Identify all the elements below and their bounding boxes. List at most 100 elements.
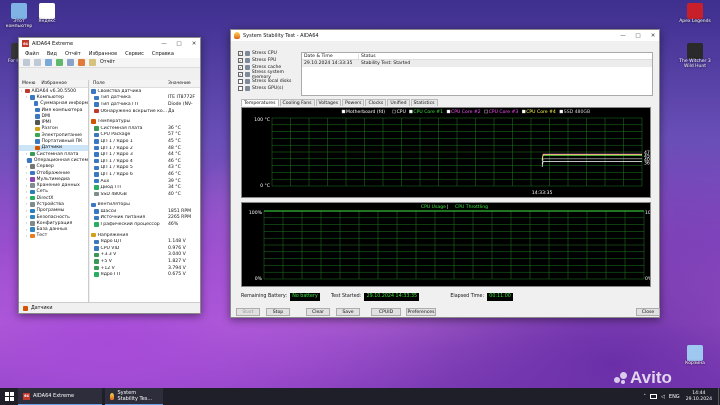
- desktop-icon-right-2[interactable]: Корзина: [676, 345, 714, 367]
- list-section[interactable]: Вентиляторы: [90, 202, 200, 209]
- list-row[interactable]: Тип датчика ГП Diode (NV-: [90, 101, 200, 108]
- tree-item[interactable]: › Тест: [19, 233, 88, 239]
- menu-item-2[interactable]: Отчёт: [65, 51, 81, 57]
- maximize-button[interactable]: □: [173, 41, 185, 47]
- list-row[interactable]: ЦП 1 / Ядро 1 45 °C: [90, 138, 200, 145]
- column-field[interactable]: Поле: [90, 81, 168, 86]
- user-icon[interactable]: [67, 59, 74, 66]
- list-row[interactable]: Диод ГП 34 °C: [90, 184, 200, 191]
- list-row[interactable]: Тип датчика ITE IT8772F: [90, 95, 200, 102]
- list-row[interactable]: CPU VID 0.976 V: [90, 245, 200, 252]
- stress-checkbox[interactable]: ✓: [238, 65, 243, 70]
- desktop-icon-right-1[interactable]: The Witcher 3 Wild Hunt: [676, 43, 714, 70]
- stress-option[interactable]: Stress GPU(s): [238, 85, 302, 92]
- tab-powers[interactable]: Powers: [342, 99, 365, 106]
- sst-minimize-button[interactable]: —: [617, 33, 629, 39]
- list-row[interactable]: Источник питания 2265 RPM: [90, 215, 200, 222]
- list-row[interactable]: CPU Package 57 °C: [90, 132, 200, 139]
- legend-checkbox[interactable]: [409, 109, 413, 114]
- legend-checkbox[interactable]: [559, 109, 563, 114]
- stress-option[interactable]: ✓ Stress FPU: [238, 57, 302, 64]
- report-button[interactable]: Отчёт: [100, 60, 115, 65]
- stop-button[interactable]: Stop: [266, 308, 290, 316]
- taskbar-item-aida64[interactable]: 64 AIDA64 Extreme: [18, 388, 102, 405]
- network-icon[interactable]: [650, 394, 658, 399]
- menu-item-3[interactable]: Избранное: [89, 51, 117, 57]
- list-row[interactable]: ЦП 1 / Ядро 2 48 °C: [90, 145, 200, 152]
- clock[interactable]: 14:44 29.10.2024: [686, 391, 712, 402]
- list-row[interactable]: +3.3 V 3.040 V: [90, 252, 200, 259]
- tree-item[interactable]: ›Операционная система: [19, 157, 88, 163]
- forward-icon[interactable]: [34, 59, 41, 66]
- minimize-button[interactable]: —: [158, 41, 170, 47]
- chart-icon[interactable]: [78, 59, 85, 66]
- menu-item-0[interactable]: Файл: [25, 51, 39, 57]
- save-button[interactable]: Save: [336, 308, 360, 316]
- report-icon[interactable]: [89, 59, 96, 66]
- clear-button[interactable]: Clear: [306, 308, 330, 316]
- language-indicator[interactable]: ENG: [669, 394, 680, 400]
- cpuid-button[interactable]: CPUID: [371, 308, 401, 316]
- menu-item-5[interactable]: Справка: [152, 51, 174, 57]
- sst-close-button[interactable]: ✕: [647, 33, 659, 39]
- log-col-status[interactable]: Status: [359, 54, 376, 59]
- start-button[interactable]: [0, 388, 18, 405]
- up-icon[interactable]: [45, 59, 52, 66]
- tray-chevron-icon[interactable]: ˄: [644, 394, 647, 400]
- tab-statistics[interactable]: Statistics: [410, 99, 438, 106]
- desktop-icon-right-0[interactable]: Apex Legends: [676, 3, 714, 25]
- desktop-icon-1[interactable]: Яндекс: [28, 3, 66, 25]
- start-button[interactable]: Start: [236, 308, 260, 316]
- list-row[interactable]: ЦП 1 / Ядро 3 44 °C: [90, 151, 200, 158]
- tab-cooling-fans[interactable]: Cooling Fans: [279, 99, 315, 106]
- preferences-button[interactable]: Preferences: [406, 308, 436, 316]
- menu-item-4[interactable]: Сервис: [125, 51, 144, 57]
- list-section[interactable]: Напряжения: [90, 232, 200, 239]
- list-row[interactable]: Aux 39 °C: [90, 178, 200, 185]
- close-button[interactable]: Close: [636, 308, 660, 316]
- legend-checkbox[interactable]: [522, 109, 526, 114]
- taskbar-item-stability-test[interactable]: System Stability Tes...: [105, 388, 163, 405]
- list-row[interactable]: SSD 480GB 40 °C: [90, 191, 200, 198]
- sst-titlebar[interactable]: System Stability Test - AIDA64 — □ ✕: [231, 30, 659, 41]
- legend-checkbox[interactable]: [341, 109, 346, 114]
- list-row[interactable]: Графический процессор 46%: [90, 221, 200, 228]
- stress-checkbox[interactable]: [238, 86, 243, 91]
- stress-option[interactable]: ✓ Stress system memory: [238, 70, 302, 80]
- close-button[interactable]: ✕: [188, 41, 200, 47]
- list-section[interactable]: Свойства датчика: [90, 88, 200, 95]
- menu-item-1[interactable]: Вид: [47, 51, 57, 57]
- log-col-datetime[interactable]: Date & Time: [302, 53, 359, 59]
- list-row[interactable]: ЦП 1 / Ядро 6 46 °C: [90, 171, 200, 178]
- sst-maximize-button[interactable]: □: [632, 33, 644, 39]
- stress-checkbox[interactable]: [238, 79, 243, 84]
- tab-temperatures[interactable]: Temperatures: [241, 99, 279, 106]
- list-row[interactable]: +5 V 1.827 V: [90, 258, 200, 265]
- log-row[interactable]: 29.10.2024 14:33:35 Stability Test: Star…: [302, 60, 652, 67]
- legend-checkbox[interactable]: [392, 109, 396, 114]
- tree-tab-menu[interactable]: Меню: [19, 81, 35, 86]
- stress-option[interactable]: ✓ Stress CPU: [238, 50, 302, 57]
- legend-checkbox[interactable]: [446, 109, 451, 114]
- aida64-titlebar[interactable]: 64 AIDA64 Extreme — □ ✕: [19, 38, 200, 49]
- list-row[interactable]: Ядро ЦП 1.148 V: [90, 238, 200, 245]
- list-row[interactable]: Обнаружено вскрытие ко... Да: [90, 108, 200, 115]
- stress-checkbox[interactable]: ✓: [238, 72, 243, 77]
- stress-checkbox[interactable]: ✓: [238, 51, 243, 56]
- list-row[interactable]: Системная плата 36 °C: [90, 125, 200, 132]
- list-row[interactable]: ЦП 1 / Ядро 5 43 °C: [90, 165, 200, 172]
- column-value[interactable]: Значение: [168, 81, 191, 86]
- list-row[interactable]: ЦП 1 / Ядро 4 46 °C: [90, 158, 200, 165]
- refresh-icon[interactable]: [56, 59, 63, 66]
- back-icon[interactable]: [23, 59, 30, 66]
- tab-clocks[interactable]: Clocks: [365, 99, 387, 106]
- list-row[interactable]: Ядро ГП 0.675 V: [90, 271, 200, 278]
- legend-checkbox[interactable]: [484, 109, 488, 114]
- list-row[interactable]: Шасси 1851 RPM: [90, 208, 200, 215]
- list-section[interactable]: Температуры: [90, 118, 200, 125]
- volume-icon[interactable]: ◁: [661, 394, 665, 400]
- tree-tab-favorites[interactable]: Избранное: [35, 81, 67, 86]
- tab-unified[interactable]: Unified: [387, 99, 410, 106]
- list-row[interactable]: +12 V 3.794 V: [90, 265, 200, 272]
- tab-voltages[interactable]: Voltages: [315, 99, 342, 106]
